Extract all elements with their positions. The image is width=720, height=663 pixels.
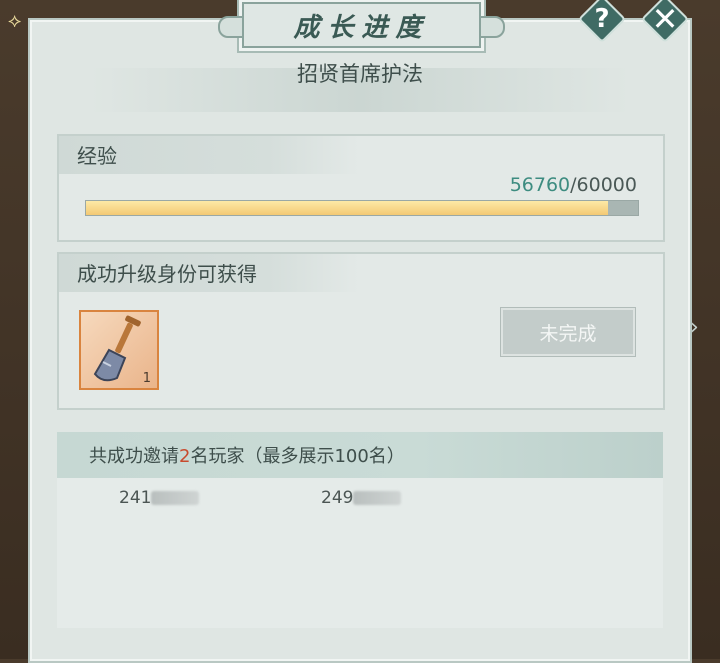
invite-header: 共成功邀请2名玩家（最多展示100名） xyxy=(57,432,663,478)
experience-values: 56760/60000 xyxy=(510,174,637,196)
reward-section: 成功升级身份可获得 1 未完成 xyxy=(57,252,665,410)
player-entry: 249 xyxy=(321,488,402,508)
corner-ornament-icon: ⟡ xyxy=(8,8,22,32)
invite-suffix: 名玩家（最多展示100名） xyxy=(190,446,405,467)
plaque-end-left xyxy=(218,16,244,38)
experience-current: 56760 xyxy=(509,174,571,196)
experience-label: 经验 xyxy=(77,144,117,168)
plaque-end-right xyxy=(479,16,505,38)
invite-list[interactable]: 241 249 xyxy=(57,478,663,628)
experience-progress-bar xyxy=(85,200,639,216)
help-button[interactable]: ? xyxy=(577,0,627,44)
invite-prefix: 共成功邀请 xyxy=(89,446,179,467)
help-icon: ? xyxy=(594,4,610,34)
window-title: 成长进度 xyxy=(293,12,430,43)
reward-item-count: 1 xyxy=(142,371,151,386)
close-button[interactable]: ✕ xyxy=(640,0,690,44)
invite-summary: 共成功邀请2名玩家（最多展示100名） xyxy=(89,442,405,468)
reward-label: 成功升级身份可获得 xyxy=(77,262,257,286)
player-id: 249 xyxy=(321,488,354,508)
experience-progress-fill xyxy=(86,201,609,215)
close-icon: ✕ xyxy=(651,0,679,38)
invite-count: 2 xyxy=(179,446,191,467)
experience-max: 60000 xyxy=(576,174,637,196)
experience-section: 经验 56760/60000 xyxy=(57,134,665,242)
window-title-plaque: 成长进度 xyxy=(218,2,505,48)
rank-title: 招贤首席护法 xyxy=(297,62,423,86)
player-id: 241 xyxy=(119,488,152,508)
player-entry: 241 xyxy=(119,488,200,508)
player-id-masked xyxy=(353,491,402,505)
reward-item-slot[interactable]: 1 xyxy=(79,310,159,390)
side-arrow-icon: › xyxy=(690,315,699,340)
incomplete-status-button[interactable]: 未完成 xyxy=(501,308,635,356)
player-id-masked xyxy=(151,491,200,505)
